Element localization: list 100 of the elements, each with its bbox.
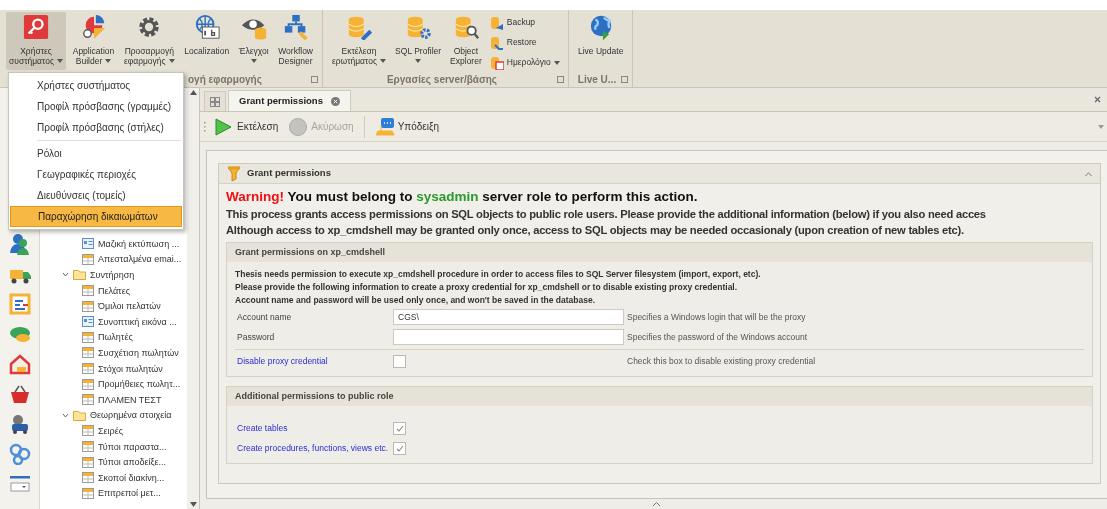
ribbon-button[interactable]: Object Explorer [447,12,485,70]
ribbon-button[interactable]: SQL Profiler [392,12,445,70]
play-icon [214,116,234,137]
dropdown-list-icon[interactable] [8,473,31,495]
dialog-launcher-icon[interactable] [621,75,628,83]
warning-text: Warning! You must belong to sysadmin server role to perform this action. [226,188,699,206]
section-title: Grant permissions on xp_cmdshell [235,245,386,259]
circle-icon [288,116,309,137]
ribbon-button[interactable]: Προσαρμογή εφαρμογής [120,12,178,70]
tree-item[interactable]: ΠΛΑΜΕΝ ΤΕΣΤ [98,393,162,406]
toolbar-button[interactable]: Εκτέλεση [212,115,281,138]
menu-item[interactable]: Ρόλοι [10,143,182,164]
tree-item[interactable]: Όμιλοι πελατών [98,300,161,313]
database-arrow-icon [489,15,504,30]
field-label: Disable proxy credential [236,355,329,368]
field-label: Create procedures, functions, views etc. [236,441,390,455]
ribbon-button[interactable]: Restore [487,34,562,51]
field-label: Create tables [236,421,289,435]
note-text: Account name and password will be used only once, and won't be saved in the database. [235,294,597,307]
menu-item[interactable]: Παραχώρηση δικαιωμάτων [10,206,182,227]
menu-item[interactable]: Προφίλ πρόσβασης (γραμμές) [10,96,182,117]
tree-item[interactable]: Σκοποί διακίνη... [98,471,165,484]
people-icon[interactable] [8,233,31,255]
tree-item[interactable]: Συσχέτιση πωλητών [98,346,179,359]
chevron-down-icon[interactable] [62,271,69,279]
chevron-down-icon[interactable] [1098,124,1104,129]
ribbon-button[interactable]: Χρήστες συστήματος [6,12,67,70]
tree-item[interactable]: Πελάτες [98,284,130,297]
ribbon-button[interactable]: Ημερολόγιο [487,54,562,71]
table-icon [82,441,94,452]
hint-text: Check this box to disable existing proxy credential [627,355,816,368]
ribbon-button[interactable]: Εκτέλεση ερωτήματος [329,12,390,70]
report-icon [82,316,94,328]
scroll-up-icon[interactable] [189,90,197,95]
section-title: Additional permissions to public role [235,389,394,403]
grip-icon[interactable] [203,120,206,133]
table-icon [82,425,94,437]
ribbon-button[interactable]: Application Builder [69,12,118,70]
close-icon[interactable] [330,96,340,106]
table-icon [82,253,94,265]
toolbar-button[interactable]: Υπόδειξη [372,115,442,138]
ribbon-group-label: Εργασίες server/βάσης [385,72,499,87]
tree-item[interactable]: Προμήθειες πωλητ... [98,378,181,391]
folder-icon [73,409,86,421]
tree-item[interactable]: Μαζική εκτύπωση ... [98,237,180,250]
field-label: Account name [236,310,293,324]
tree-item[interactable]: Πωλητές [98,331,133,344]
password-field[interactable] [393,329,624,345]
table-icon [82,487,94,499]
tree-item[interactable]: Θεωρημένα στοιχεία [90,409,172,422]
chart-board-icon[interactable] [8,293,31,315]
checkbox[interactable] [393,421,406,435]
grid-tab[interactable] [204,91,226,111]
checkbox[interactable] [393,441,406,455]
report-icon [82,238,94,250]
tree-item[interactable]: Απεσταλμένα emai... [98,253,182,266]
tree-item[interactable]: Συνοπτική εικόνα ... [98,315,177,328]
ribbon-button[interactable]: Live Update [575,12,627,70]
ribbon-button[interactable]: Workflow Designer [275,12,316,70]
pie-chart-icon [80,14,107,40]
database-gear-icon [405,14,432,40]
tree-item[interactable]: Τύποι παραστα... [98,440,167,453]
dialog-launcher-icon[interactable] [311,75,318,83]
menu-item[interactable]: Γεωγραφικές περιοχές [10,164,182,185]
tree-item[interactable]: Επιτρεποί μετ... [98,487,161,500]
table-icon [82,300,94,312]
collapse-icon[interactable] [1085,171,1092,176]
tree-item[interactable]: Τύποι αποδείξε... [98,456,167,469]
ribbon-button[interactable]: Έλεγχοι [235,12,272,70]
grid-icon [210,96,220,107]
checkbox[interactable] [393,355,406,368]
house-icon[interactable] [8,353,31,375]
table-icon [82,394,94,406]
menu-item[interactable]: Χρήστες συστήματος [10,75,182,96]
chevron-down-icon[interactable] [62,411,69,419]
menu-item[interactable]: Προφίλ πρόσβασης (στήλες) [10,117,182,138]
menu-item[interactable]: Διευθύνσεις (τομείς) [10,185,182,206]
basket-icon[interactable] [8,383,31,405]
tree-item[interactable]: Σειρές [98,424,124,437]
ribbon-button[interactable]: Localization [181,12,233,70]
flowchart-icon [282,14,309,40]
tree-item[interactable]: Στόχοι πωλητών [98,362,163,375]
table-icon [82,285,94,297]
globe-ab-icon [193,14,220,40]
ribbon-button[interactable]: Backup [487,14,562,31]
scroll-down-icon[interactable] [189,502,197,507]
text-field[interactable]: CGS\ [393,309,624,325]
splitter-up-icon[interactable] [653,502,660,506]
ribbon-group-label: ογή εφαρμογής [188,72,263,87]
bubbles-icon[interactable] [8,443,31,465]
tree-item[interactable]: Συντήρηση [90,269,135,281]
table-icon [82,378,94,390]
dialog-launcher-icon[interactable] [557,75,564,83]
close-icon[interactable] [1094,96,1101,103]
check-icon [395,424,404,432]
hint-text: Specifies a Windows login that will be the proxy [627,310,806,324]
document-tab[interactable]: Grant permissions [228,90,351,111]
ribbon-group-label: Live U... [576,72,618,87]
database-arrow-icon [489,35,504,50]
description-text: Although access to xp_cmdshell may be granted only once, access to SQL objects may be needed occasionaly (upon creation of new tables etc). [226,223,964,238]
